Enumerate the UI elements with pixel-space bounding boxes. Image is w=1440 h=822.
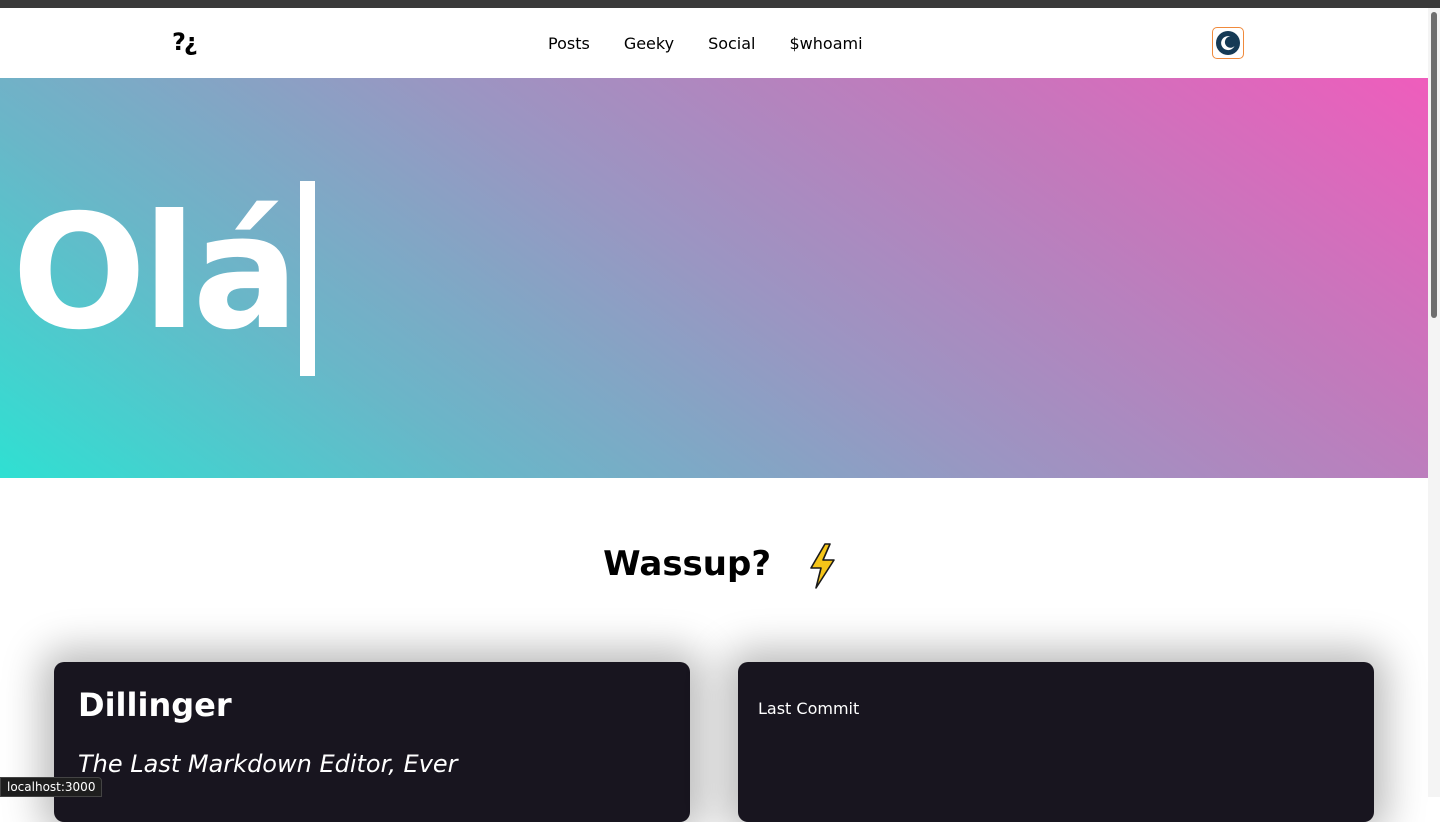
page-scrollbar[interactable] <box>1428 8 1440 797</box>
section-heading: Wassup? <box>0 538 1440 590</box>
nav-link-whoami[interactable]: $whoami <box>790 32 863 56</box>
nav-links: Posts Geeky Social $whoami <box>548 32 863 56</box>
project-subtitle: The Last Markdown Editor, Ever <box>78 750 458 778</box>
nav-link-social[interactable]: Social <box>708 32 755 56</box>
project-card[interactable]: Dillinger The Last Markdown Editor, Ever <box>54 662 690 822</box>
hero-banner: Olá <box>0 78 1440 478</box>
status-bar-url: localhost:3000 <box>0 777 103 797</box>
lightning-icon <box>810 542 835 589</box>
browser-top-bar <box>0 0 1440 8</box>
scrollbar-thumb[interactable] <box>1431 12 1437 318</box>
project-title: Dillinger <box>78 686 232 724</box>
typing-cursor <box>300 181 315 376</box>
theme-toggle-button[interactable] <box>1212 27 1244 59</box>
nav-link-posts[interactable]: Posts <box>548 32 590 56</box>
moon-icon <box>1216 31 1240 55</box>
nav-link-geeky[interactable]: Geeky <box>624 32 674 56</box>
site-logo[interactable]: ?¿ <box>172 28 198 56</box>
commit-label: Last Commit <box>758 699 860 718</box>
section-title: Wassup? <box>603 544 772 584</box>
navbar: ?¿ Posts Geeky Social $whoami <box>0 8 1440 78</box>
commit-card: Last Commit <box>738 662 1374 822</box>
hero-greeting: Olá <box>12 181 299 365</box>
